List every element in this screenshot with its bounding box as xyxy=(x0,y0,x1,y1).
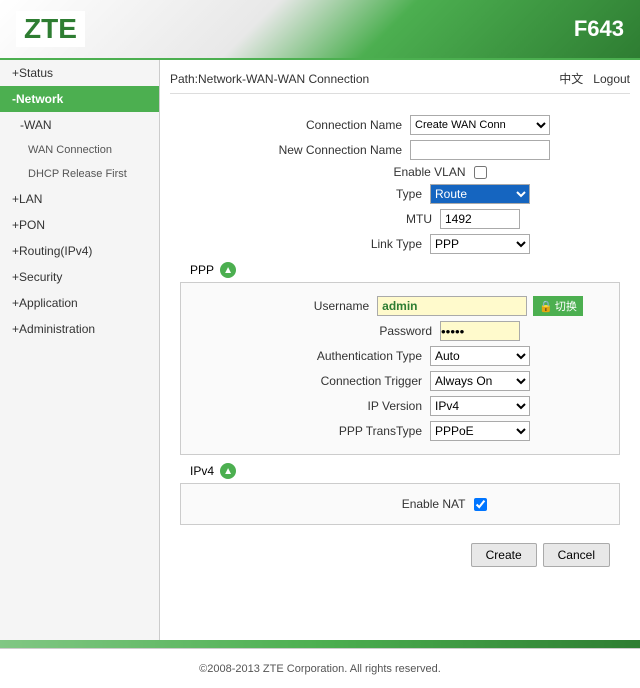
enable-nat-control xyxy=(474,498,487,511)
header: ZTE F643 xyxy=(0,0,640,60)
enable-nat-label: Enable NAT xyxy=(314,497,474,511)
ipv4-collapse-btn[interactable]: ▲ xyxy=(220,463,236,479)
sidebar-item-wan[interactable]: -WAN xyxy=(0,112,159,138)
ipv4-label: IPv4 xyxy=(190,464,214,478)
lang-link[interactable]: 中文 xyxy=(559,72,583,86)
type-row: Type Route Bridge xyxy=(170,184,630,204)
ppp-section-header: PPP ▲ xyxy=(190,262,630,278)
new-connection-label: New Connection Name xyxy=(250,143,410,157)
ppp-transtype-row: PPP TransType PPPoE PPPoA xyxy=(189,421,611,441)
link-type-select[interactable]: PPP IPoE xyxy=(430,234,530,254)
new-connection-control xyxy=(410,140,550,160)
connection-name-label: Connection Name xyxy=(250,118,410,132)
enable-vlan-control xyxy=(474,166,487,179)
conn-trigger-label: Connection Trigger xyxy=(270,374,430,388)
ppp-collapse-btn[interactable]: ▲ xyxy=(220,262,236,278)
link-type-row: Link Type PPP IPoE xyxy=(170,234,630,254)
enable-nat-row: Enable NAT xyxy=(189,497,611,511)
enable-vlan-checkbox[interactable] xyxy=(474,166,487,179)
ip-version-row: IP Version IPv4 IPv6 xyxy=(189,396,611,416)
switch-label: 切换 xyxy=(555,298,577,314)
connection-name-control: Create WAN Conn xyxy=(410,115,550,135)
conn-trigger-control: Always On Manual xyxy=(430,371,530,391)
enable-vlan-label: Enable VLAN xyxy=(314,165,474,179)
type-label: Type xyxy=(270,187,430,201)
logout-link[interactable]: Logout xyxy=(593,72,630,86)
sidebar-item-pon[interactable]: +PON xyxy=(0,212,159,238)
model-name: F643 xyxy=(574,16,624,42)
breadcrumb-text: Path:Network-WAN-WAN Connection xyxy=(170,72,369,86)
password-input[interactable] xyxy=(440,321,520,341)
breadcrumb-links: 中文 Logout xyxy=(559,70,630,87)
lock-icon: 🔒 xyxy=(539,300,553,313)
wan-form: Connection Name Create WAN Conn New Conn… xyxy=(170,104,630,581)
ppp-transtype-select[interactable]: PPPoE PPPoA xyxy=(430,421,530,441)
sidebar-item-network[interactable]: -Network xyxy=(0,86,159,112)
copyright-text: ©2008-2013 ZTE Corporation. All rights r… xyxy=(199,663,441,675)
type-select[interactable]: Route Bridge xyxy=(430,184,530,204)
breadcrumb: Path:Network-WAN-WAN Connection 中文 Logou… xyxy=(170,70,630,94)
enable-vlan-row: Enable VLAN xyxy=(170,165,630,179)
create-button[interactable]: Create xyxy=(471,543,537,567)
ipv4-section-box: Enable NAT xyxy=(180,483,620,525)
ip-version-select[interactable]: IPv4 IPv6 xyxy=(430,396,530,416)
logo: ZTE xyxy=(16,11,85,47)
mtu-input[interactable] xyxy=(440,209,520,229)
auth-type-row: Authentication Type Auto PAP CHAP xyxy=(189,346,611,366)
ppp-label: PPP xyxy=(190,263,214,277)
link-type-control: PPP IPoE xyxy=(430,234,530,254)
sidebar-item-status[interactable]: +Status xyxy=(0,60,159,86)
username-row: Username 🔒 切换 xyxy=(189,296,611,316)
new-connection-input[interactable] xyxy=(410,140,550,160)
action-bar: Create Cancel xyxy=(170,535,630,575)
footer: ©2008-2013 ZTE Corporation. All rights r… xyxy=(0,648,640,688)
ipv4-section-header: IPv4 ▲ xyxy=(190,463,630,479)
sidebar-item-application[interactable]: +Application xyxy=(0,290,159,316)
password-label: Password xyxy=(280,324,440,338)
connection-name-row: Connection Name Create WAN Conn xyxy=(170,115,630,135)
sidebar-item-wan-connection[interactable]: WAN Connection xyxy=(0,138,159,162)
switch-button[interactable]: 🔒 切换 xyxy=(533,296,583,316)
ppp-section-box: Username 🔒 切换 Password xyxy=(180,282,620,455)
sidebar-item-routing[interactable]: +Routing(IPv4) xyxy=(0,238,159,264)
mtu-label: MTU xyxy=(280,212,440,226)
auth-type-label: Authentication Type xyxy=(270,349,430,363)
username-control: 🔒 切换 xyxy=(377,296,583,316)
type-control: Route Bridge xyxy=(430,184,530,204)
new-connection-name-row: New Connection Name xyxy=(170,140,630,160)
cancel-button[interactable]: Cancel xyxy=(543,543,610,567)
sidebar-item-dhcp-release[interactable]: DHCP Release First xyxy=(0,162,159,186)
auth-type-select[interactable]: Auto PAP CHAP xyxy=(430,346,530,366)
sidebar-item-administration[interactable]: +Administration xyxy=(0,316,159,342)
link-type-label: Link Type xyxy=(270,237,430,251)
enable-nat-checkbox[interactable] xyxy=(474,498,487,511)
conn-trigger-row: Connection Trigger Always On Manual xyxy=(189,371,611,391)
mtu-row: MTU xyxy=(170,209,630,229)
mtu-control xyxy=(440,209,520,229)
sidebar: +Status -Network -WAN WAN Connection DHC… xyxy=(0,60,160,640)
main-layout: +Status -Network -WAN WAN Connection DHC… xyxy=(0,60,640,640)
ip-version-label: IP Version xyxy=(270,399,430,413)
connection-name-select[interactable]: Create WAN Conn xyxy=(410,115,550,135)
content-area: Path:Network-WAN-WAN Connection 中文 Logou… xyxy=(160,60,640,640)
username-input[interactable] xyxy=(377,296,527,316)
green-bar xyxy=(0,640,640,648)
conn-trigger-select[interactable]: Always On Manual xyxy=(430,371,530,391)
sidebar-item-security[interactable]: +Security xyxy=(0,264,159,290)
sidebar-item-lan[interactable]: +LAN xyxy=(0,186,159,212)
password-control xyxy=(440,321,520,341)
auth-type-control: Auto PAP CHAP xyxy=(430,346,530,366)
ip-version-control: IPv4 IPv6 xyxy=(430,396,530,416)
password-row: Password xyxy=(189,321,611,341)
ppp-transtype-control: PPPoE PPPoA xyxy=(430,421,530,441)
ppp-transtype-label: PPP TransType xyxy=(270,424,430,438)
username-label: Username xyxy=(217,299,377,313)
